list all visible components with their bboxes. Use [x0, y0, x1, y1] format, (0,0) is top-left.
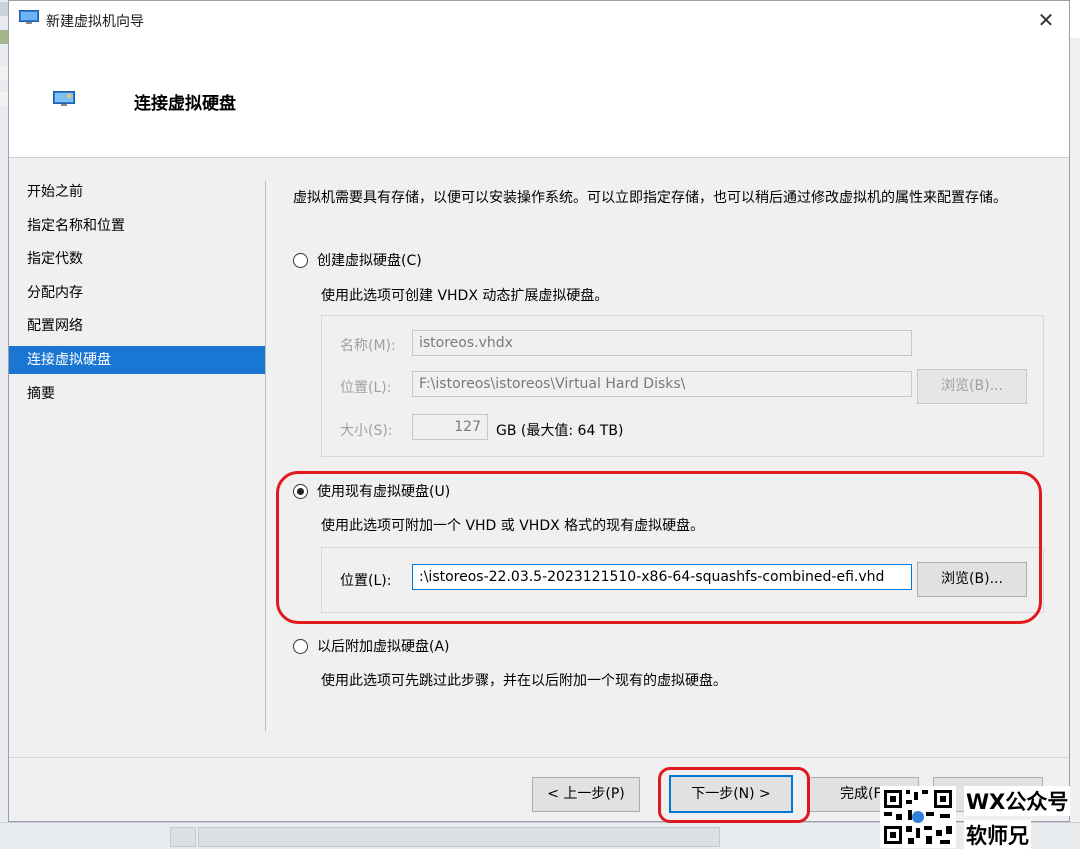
footer-divider	[9, 757, 1069, 758]
watermark-line1: WX公众号	[964, 786, 1071, 816]
create-browse-button[interactable]: 浏览(B)...	[917, 369, 1027, 404]
wizard-steps-nav: 开始之前 指定名称和位置 指定代数 分配内存 配置网络 连接虚拟硬盘 摘要	[9, 157, 265, 733]
page-title: 连接虚拟硬盘	[134, 94, 236, 114]
size-unit-label: GB (最大值: 64 TB)	[496, 423, 624, 439]
watermark: WX公众号 软师兄	[880, 786, 1080, 850]
intro-text: 虚拟机需要具有存储，以便可以安装操作系统。可以立即指定存储，也可以稍后通过修改虚…	[293, 190, 1007, 206]
nav-item-connect-vhd[interactable]: 连接虚拟硬盘	[9, 346, 265, 374]
background-window-edge-right	[1069, 38, 1080, 848]
close-button[interactable]: ✕	[1023, 1, 1069, 39]
window-title: 新建虚拟机向导	[46, 14, 144, 30]
watermark-line2: 软师兄	[964, 820, 1031, 850]
wizard-content: 虚拟机需要具有存储，以便可以安装操作系统。可以立即指定存储，也可以稍后通过修改虚…	[275, 157, 1055, 757]
create-vhd-group: 名称(M): istoreos.vhdx 位置(L): F:\istoreos\…	[321, 315, 1044, 457]
size-field-label: 大小(S):	[340, 423, 393, 439]
title-bar: 新建虚拟机向导 ✕	[9, 1, 1069, 39]
next-button-highlight	[658, 767, 810, 823]
nav-item-memory[interactable]: 分配内存	[9, 279, 265, 307]
create-vhd-description: 使用此选项可创建 VHDX 动态扩展虚拟硬盘。	[321, 288, 609, 304]
nav-item-before-you-begin[interactable]: 开始之前	[9, 178, 265, 206]
option-create-vhd[interactable]: 创建虚拟硬盘(C)	[293, 249, 422, 271]
virtual-disk-monitor-icon	[53, 91, 75, 106]
name-field[interactable]: istoreos.vhdx	[412, 330, 912, 356]
create-location-label: 位置(L):	[340, 380, 392, 396]
nav-divider	[265, 181, 266, 731]
create-vhd-radio[interactable]	[293, 252, 308, 268]
existing-vhd-highlight	[276, 471, 1042, 624]
close-icon: ✕	[1037, 8, 1055, 32]
create-location-field[interactable]: F:\istoreos\istoreos\Virtual Hard Disks\	[412, 371, 912, 397]
attach-later-label: 以后附加虚拟硬盘(A)	[317, 639, 450, 655]
nav-item-summary[interactable]: 摘要	[9, 380, 265, 408]
nav-item-name-location[interactable]: 指定名称和位置	[9, 212, 265, 240]
size-field[interactable]: 127	[412, 414, 488, 440]
create-vhd-label: 创建虚拟硬盘(C)	[317, 253, 422, 269]
attach-later-description: 使用此选项可先跳过此步骤，并在以后附加一个现有的虚拟硬盘。	[321, 673, 727, 689]
option-attach-later[interactable]: 以后附加虚拟硬盘(A)	[293, 635, 450, 657]
nav-item-network[interactable]: 配置网络	[9, 312, 265, 340]
qr-code-icon	[880, 786, 956, 848]
attach-later-radio[interactable]	[293, 638, 308, 654]
previous-button[interactable]: < 上一步(P)	[532, 777, 640, 812]
nav-item-generation[interactable]: 指定代数	[9, 245, 265, 273]
new-vm-wizard-dialog: 新建虚拟机向导 ✕ 连接虚拟硬盘 开始之前 指定名称和位置 指定代数 分配内存 …	[8, 0, 1070, 823]
wizard-header: 连接虚拟硬盘	[9, 39, 1069, 158]
hyperv-monitor-icon	[19, 10, 39, 24]
name-field-label: 名称(M):	[340, 338, 396, 354]
